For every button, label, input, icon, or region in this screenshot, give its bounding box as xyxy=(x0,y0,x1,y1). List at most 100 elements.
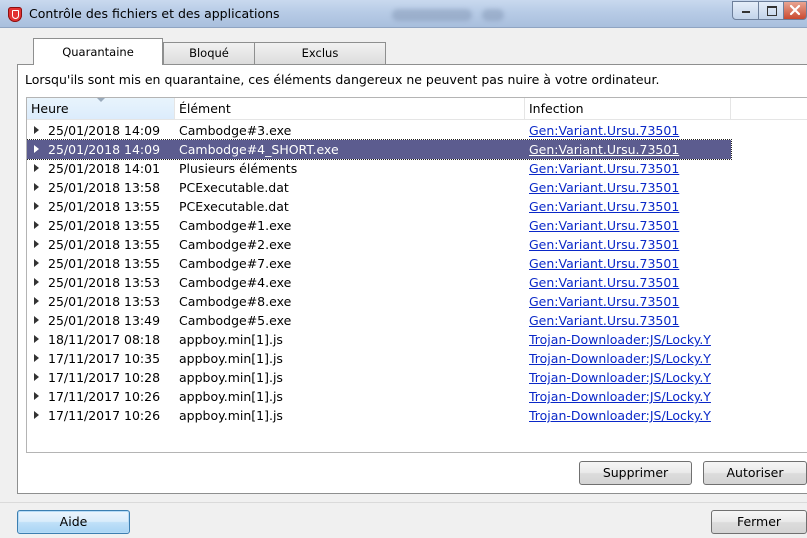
infection-link[interactable]: Gen:Variant.Ursu.73501 xyxy=(529,178,679,197)
minimize-icon xyxy=(742,11,750,13)
close-window-button[interactable] xyxy=(783,1,807,20)
table-row[interactable]: 17/11/2017 10:26 appboy.min[1].js Trojan-D… xyxy=(27,406,731,425)
table-row[interactable]: 25/01/2018 13:58 PCExecutable.dat Gen:Vari… xyxy=(27,178,731,197)
cell-element: Cambodge#7.exe xyxy=(179,256,292,271)
infection-link[interactable]: Trojan-Downloader:JS/Locky.Y xyxy=(529,330,711,349)
blurred-area xyxy=(392,9,472,21)
table-row[interactable]: 25/01/2018 13:55 Cambodge#2.exe Gen:Varian… xyxy=(27,235,731,254)
column-header-label: Élément xyxy=(179,101,231,116)
chevron-right-icon[interactable] xyxy=(34,278,39,286)
cell-time: 25/01/2018 13:55 xyxy=(48,218,161,233)
cell-time: 25/01/2018 14:09 xyxy=(48,142,161,157)
chevron-right-icon[interactable] xyxy=(34,164,39,172)
cell-time: 25/01/2018 14:01 xyxy=(48,161,161,176)
cell-time: 25/01/2018 13:49 xyxy=(48,313,161,328)
cell-time: 17/11/2017 10:28 xyxy=(48,370,161,385)
cell-element: appboy.min[1].js xyxy=(179,408,283,423)
chevron-right-icon[interactable] xyxy=(34,259,39,267)
table-row[interactable]: 25/01/2018 13:55 Cambodge#1.exe Gen:Varian… xyxy=(27,216,731,235)
infection-link[interactable]: Trojan-Downloader:JS/Locky.Y xyxy=(529,349,711,368)
chevron-right-icon[interactable] xyxy=(34,373,39,381)
cell-time: 25/01/2018 13:55 xyxy=(48,199,161,214)
table-row[interactable]: 25/01/2018 14:09 Cambodge#3.exe Gen:Varian… xyxy=(27,121,731,140)
maximize-button[interactable] xyxy=(758,1,784,20)
infection-link[interactable]: Gen:Variant.Ursu.73501 xyxy=(529,216,679,235)
column-header-infection[interactable]: Infection xyxy=(525,98,731,119)
help-button[interactable]: Aide xyxy=(17,510,130,534)
infection-link[interactable]: Gen:Variant.Ursu.73501 xyxy=(529,273,679,292)
delete-button[interactable]: Supprimer xyxy=(579,461,692,485)
shield-icon xyxy=(8,7,22,22)
infection-link[interactable]: Gen:Variant.Ursu.73501 xyxy=(529,311,679,330)
chevron-right-icon[interactable] xyxy=(34,335,39,343)
infection-link[interactable]: Gen:Variant.Ursu.73501 xyxy=(529,140,679,159)
chevron-right-icon[interactable] xyxy=(34,392,39,400)
sort-arrow-icon xyxy=(97,98,105,102)
chevron-right-icon[interactable] xyxy=(34,145,39,153)
table-row[interactable]: 25/01/2018 13:55 PCExecutable.dat Gen:Vari… xyxy=(27,197,731,216)
infection-link[interactable]: Gen:Variant.Ursu.73501 xyxy=(529,121,679,140)
list-header: Heure Élément Infection xyxy=(27,98,807,120)
window-title: Contrôle des fichiers et des application… xyxy=(29,6,280,21)
cell-time: 18/11/2017 08:18 xyxy=(48,332,161,347)
cell-element: Cambodge#4_SHORT.exe xyxy=(179,142,339,157)
close-button[interactable]: Fermer xyxy=(711,510,807,534)
infection-link[interactable]: Gen:Variant.Ursu.73501 xyxy=(529,197,679,216)
infection-link[interactable]: Gen:Variant.Ursu.73501 xyxy=(529,254,679,273)
cell-element: appboy.min[1].js xyxy=(179,351,283,366)
divider xyxy=(0,502,807,503)
chevron-right-icon[interactable] xyxy=(34,183,39,191)
infection-link[interactable]: Gen:Variant.Ursu.73501 xyxy=(529,292,679,311)
cell-time: 25/01/2018 13:55 xyxy=(48,237,161,252)
allow-button[interactable]: Autoriser xyxy=(703,461,807,485)
chevron-right-icon[interactable] xyxy=(34,411,39,419)
table-row[interactable]: 25/01/2018 13:53 Cambodge#8.exe Gen:Varian… xyxy=(27,292,731,311)
cell-element: Cambodge#1.exe xyxy=(179,218,292,233)
chevron-right-icon[interactable] xyxy=(34,202,39,210)
table-row[interactable]: 18/11/2017 08:18 appboy.min[1].js Trojan-D… xyxy=(27,330,731,349)
column-header-heure[interactable]: Heure xyxy=(27,98,175,119)
quarantine-list[interactable]: Heure Élément Infection 25/01/2018 14:09… xyxy=(26,97,807,453)
infection-link[interactable]: Trojan-Downloader:JS/Locky.Y xyxy=(529,368,711,387)
maximize-icon xyxy=(767,6,777,16)
cell-element: appboy.min[1].js xyxy=(179,332,283,347)
table-row[interactable]: 25/01/2018 14:09 Cambodge#4_SHORT.exe Gen:… xyxy=(27,139,732,160)
table-row[interactable]: 17/11/2017 10:28 appboy.min[1].js Trojan-D… xyxy=(27,368,731,387)
cell-element: Cambodge#8.exe xyxy=(179,294,292,309)
table-row[interactable]: 25/01/2018 13:49 Cambodge#5.exe Gen:Varian… xyxy=(27,311,731,330)
title-bar: Contrôle des fichiers et des application… xyxy=(0,0,807,28)
infection-link[interactable]: Gen:Variant.Ursu.73501 xyxy=(529,159,679,178)
minimize-button[interactable] xyxy=(732,1,759,20)
infection-link[interactable]: Trojan-Downloader:JS/Locky.Y xyxy=(529,387,711,406)
infection-link[interactable]: Gen:Variant.Ursu.73501 xyxy=(529,235,679,254)
chevron-right-icon[interactable] xyxy=(34,297,39,305)
table-row[interactable]: 25/01/2018 14:01 Plusieurs éléments Gen:Va… xyxy=(27,159,731,178)
table-row[interactable]: 25/01/2018 13:53 Cambodge#4.exe Gen:Varian… xyxy=(27,273,731,292)
cell-time: 17/11/2017 10:26 xyxy=(48,408,161,423)
tab-bloque[interactable]: Bloqué xyxy=(163,42,255,64)
tab-exclus[interactable]: Exclus xyxy=(254,42,386,64)
chevron-right-icon[interactable] xyxy=(34,126,39,134)
cell-element: Cambodge#4.exe xyxy=(179,275,292,290)
table-row[interactable]: 25/01/2018 13:55 Cambodge#7.exe Gen:Varian… xyxy=(27,254,731,273)
cell-element: Plusieurs éléments xyxy=(179,161,298,176)
table-row[interactable]: 17/11/2017 10:35 appboy.min[1].js Trojan-D… xyxy=(27,349,731,368)
tab-quarantaine[interactable]: Quarantaine xyxy=(33,38,163,65)
cell-time: 25/01/2018 13:58 xyxy=(48,180,161,195)
cell-element: Cambodge#3.exe xyxy=(179,123,292,138)
column-header-element[interactable]: Élément xyxy=(175,98,525,119)
cell-time: 17/11/2017 10:35 xyxy=(48,351,161,366)
cell-element: appboy.min[1].js xyxy=(179,389,283,404)
cell-element: PCExecutable.dat xyxy=(179,199,289,214)
column-header-label: Heure xyxy=(31,101,69,116)
cell-element: PCExecutable.dat xyxy=(179,180,289,195)
chevron-right-icon[interactable] xyxy=(34,240,39,248)
chevron-right-icon[interactable] xyxy=(34,316,39,324)
infection-link[interactable]: Trojan-Downloader:JS/Locky.Y xyxy=(529,406,711,425)
chevron-right-icon[interactable] xyxy=(34,354,39,362)
cell-element: Cambodge#2.exe xyxy=(179,237,292,252)
table-row[interactable]: 17/11/2017 10:26 appboy.min[1].js Trojan-D… xyxy=(27,387,731,406)
cell-element: appboy.min[1].js xyxy=(179,370,283,385)
chevron-right-icon[interactable] xyxy=(34,221,39,229)
cell-time: 25/01/2018 13:53 xyxy=(48,275,161,290)
